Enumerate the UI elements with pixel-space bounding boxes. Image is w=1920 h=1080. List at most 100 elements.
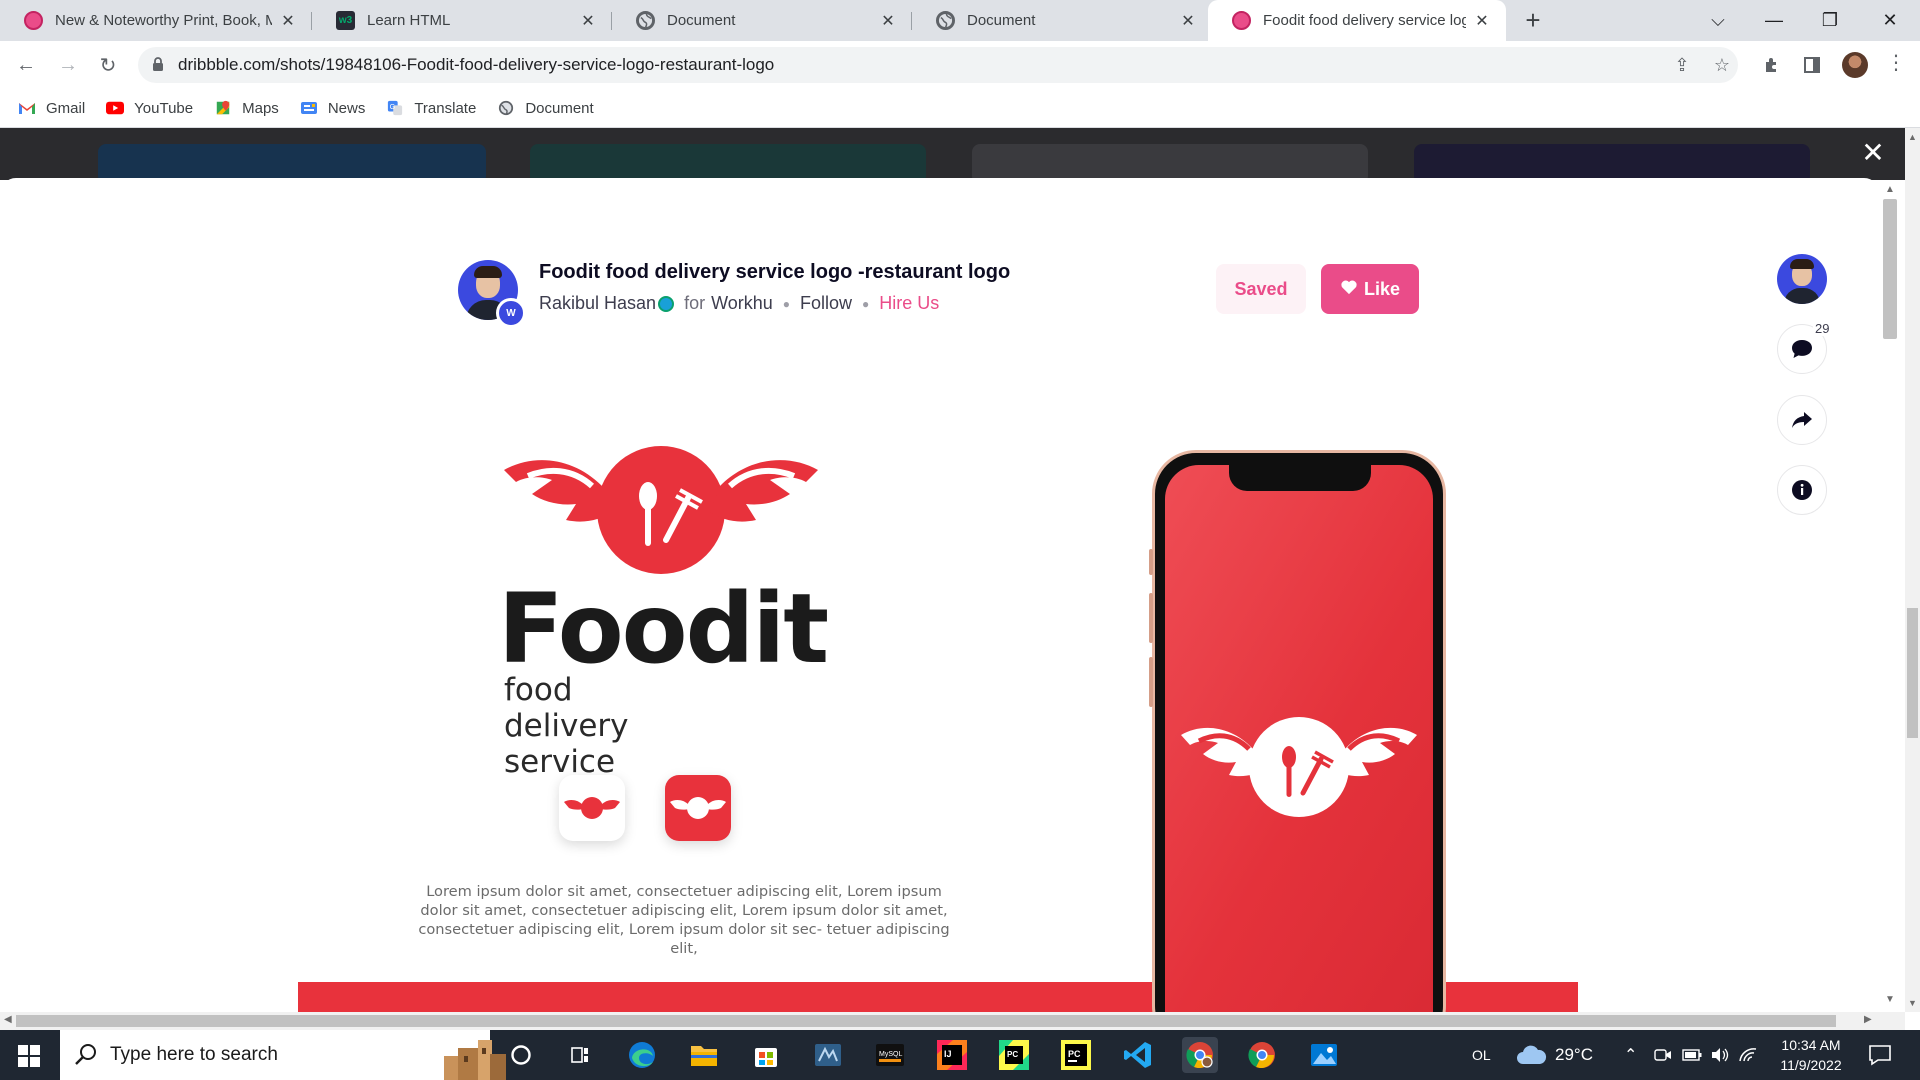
scroll-right-icon[interactable]: ▶ — [1864, 1014, 1872, 1025]
author-name[interactable]: Rakibul Hasan — [539, 293, 656, 314]
notifications-icon[interactable] — [1868, 1044, 1892, 1066]
tab-document-2[interactable]: Document ✕ — [912, 0, 1212, 41]
svg-text:PC: PC — [1007, 1050, 1018, 1059]
team-name[interactable]: Workhu — [711, 293, 773, 314]
tab-title: Document — [967, 12, 1036, 29]
bookmark-news[interactable]: News — [300, 100, 365, 117]
close-tab-icon[interactable]: ✕ — [878, 11, 898, 31]
background-shot-thumbnail — [1414, 144, 1810, 180]
like-button[interactable]: Like — [1321, 264, 1419, 314]
mysql-workbench-icon[interactable] — [810, 1037, 846, 1073]
globe-icon — [499, 100, 514, 116]
chrome-profile-icon[interactable] — [1182, 1037, 1218, 1073]
intellij-icon[interactable]: IJ — [934, 1037, 970, 1073]
hire-us-link[interactable]: Hire Us — [879, 293, 939, 314]
forward-icon[interactable]: → — [54, 51, 82, 79]
phone-mockup — [1149, 450, 1446, 1012]
bookmark-star-icon[interactable]: ☆ — [1708, 51, 1736, 79]
search-icon — [75, 1044, 96, 1065]
side-panel-icon[interactable] — [1798, 51, 1826, 79]
pycharm-ce-icon[interactable]: PC — [996, 1037, 1032, 1073]
page-scrollbar[interactable]: ▲ ▼ — [1905, 128, 1920, 1012]
weather-widget[interactable]: 29°C — [1515, 1030, 1593, 1080]
vscode-icon[interactable] — [1120, 1037, 1156, 1073]
windows-start-icon[interactable] — [18, 1045, 40, 1067]
edge-icon[interactable] — [624, 1037, 660, 1073]
close-tab-icon[interactable]: ✕ — [278, 11, 298, 31]
tab-title: New & Noteworthy Print, Book, M — [55, 12, 272, 29]
clock-date: 11/9/2022 — [1780, 1057, 1842, 1073]
tab-learn-html[interactable]: w3 Learn HTML ✕ — [312, 0, 612, 41]
bookmark-translate[interactable]: G Translate — [386, 100, 476, 117]
extensions-icon[interactable] — [1758, 51, 1786, 79]
scroll-up-icon[interactable]: ▲ — [1908, 132, 1917, 142]
profile-avatar[interactable] — [1842, 52, 1868, 78]
details-button[interactable] — [1777, 465, 1827, 515]
new-tab-icon[interactable]: + — [1520, 7, 1546, 34]
scrollbar-thumb[interactable] — [1883, 199, 1897, 339]
modal-scrollbar[interactable]: ▲ ▼ — [1880, 180, 1905, 1012]
close-tab-icon[interactable]: ✕ — [578, 11, 598, 31]
scroll-down-icon[interactable]: ▼ — [1885, 994, 1895, 1005]
comment-icon — [1792, 340, 1812, 358]
scroll-up-icon[interactable]: ▲ — [1885, 184, 1895, 195]
team-badge[interactable]: W — [496, 298, 526, 328]
store-icon[interactable] — [748, 1037, 784, 1073]
system-clock[interactable]: 10:34 AM 11/9/2022 — [1766, 1035, 1856, 1075]
follow-link[interactable]: Follow — [800, 293, 852, 314]
tab-search-icon[interactable]: ⌵ — [1690, 0, 1746, 41]
scrollbar-thumb[interactable] — [1907, 608, 1918, 738]
bookmark-gmail[interactable]: Gmail — [18, 100, 85, 117]
share-icon[interactable]: ⇪ — [1668, 51, 1696, 79]
bookmark-document[interactable]: Document — [497, 100, 594, 117]
scroll-down-icon[interactable]: ▼ — [1908, 998, 1917, 1008]
rail-author-avatar[interactable] — [1777, 254, 1827, 304]
reload-icon[interactable]: ↻ — [94, 51, 122, 79]
chrome-icon[interactable] — [1244, 1037, 1280, 1073]
bookmarks-bar: Gmail YouTube Maps News G Translate Docu… — [0, 89, 1920, 128]
close-modal-icon[interactable]: ✕ — [1860, 139, 1886, 167]
svg-text:MySQL: MySQL — [879, 1051, 902, 1058]
minimize-icon[interactable]: — — [1746, 0, 1802, 41]
scroll-left-icon[interactable]: ◀ — [4, 1014, 12, 1025]
like-label: Like — [1363, 278, 1401, 299]
bookmark-label: Gmail — [46, 99, 86, 117]
separator-dot: ● — [862, 296, 870, 311]
restore-icon[interactable]: ❐ — [1802, 0, 1858, 41]
saved-button[interactable]: Saved — [1216, 264, 1306, 314]
page-backdrop — [0, 128, 1905, 180]
tab-title: Learn HTML — [367, 12, 451, 29]
meet-now-icon[interactable] — [1654, 1030, 1672, 1080]
pycharm-icon[interactable]: PC — [1058, 1037, 1094, 1073]
close-window-icon[interactable]: ✕ — [1862, 0, 1918, 41]
share-button[interactable] — [1777, 395, 1827, 445]
foodit-wordmark: Foodit — [498, 573, 829, 685]
tab-document-1[interactable]: Document ✕ — [612, 0, 912, 41]
show-hidden-icons[interactable]: ⌃ — [1624, 1030, 1637, 1080]
battery-icon[interactable] — [1682, 1030, 1702, 1080]
photos-icon[interactable] — [1306, 1037, 1342, 1073]
scrollbar-thumb[interactable] — [16, 1015, 1836, 1027]
bookmark-maps[interactable]: Maps — [214, 100, 279, 117]
svg-text:IJ: IJ — [944, 1049, 952, 1059]
back-icon[interactable]: ← — [12, 51, 40, 79]
task-view-icon[interactable] — [562, 1037, 598, 1073]
address-bar[interactable]: dribbble.com/shots/19848106-Foodit-food-… — [138, 47, 1738, 83]
tab-new-noteworthy[interactable]: New & Noteworthy Print, Book, M ✕ — [0, 0, 312, 41]
volume-icon[interactable] — [1710, 1030, 1730, 1080]
taskbar-search[interactable]: Type here to search — [60, 1030, 506, 1080]
bookmark-youtube[interactable]: YouTube — [106, 100, 193, 117]
chrome-menu-icon[interactable]: ⋮ — [1886, 52, 1906, 78]
wifi-icon[interactable] — [1738, 1030, 1758, 1080]
youtube-icon — [106, 101, 125, 115]
cortana-icon[interactable] — [503, 1037, 539, 1073]
close-tab-icon[interactable]: ✕ — [1178, 11, 1198, 31]
tab-foodit[interactable]: Foodit food delivery service logo ✕ — [1208, 0, 1506, 41]
app-icon-white — [559, 775, 625, 841]
shot-meta: Rakibul Hasan for Workhu ● Follow ● Hire… — [539, 293, 939, 314]
close-tab-icon[interactable]: ✕ — [1472, 11, 1492, 31]
horizontal-scrollbar[interactable]: ◀ ▶ — [0, 1012, 1905, 1030]
file-explorer-icon[interactable] — [686, 1037, 722, 1073]
mysql-icon[interactable]: MySQL — [872, 1037, 908, 1073]
tray-label[interactable]: OL — [1472, 1030, 1491, 1080]
